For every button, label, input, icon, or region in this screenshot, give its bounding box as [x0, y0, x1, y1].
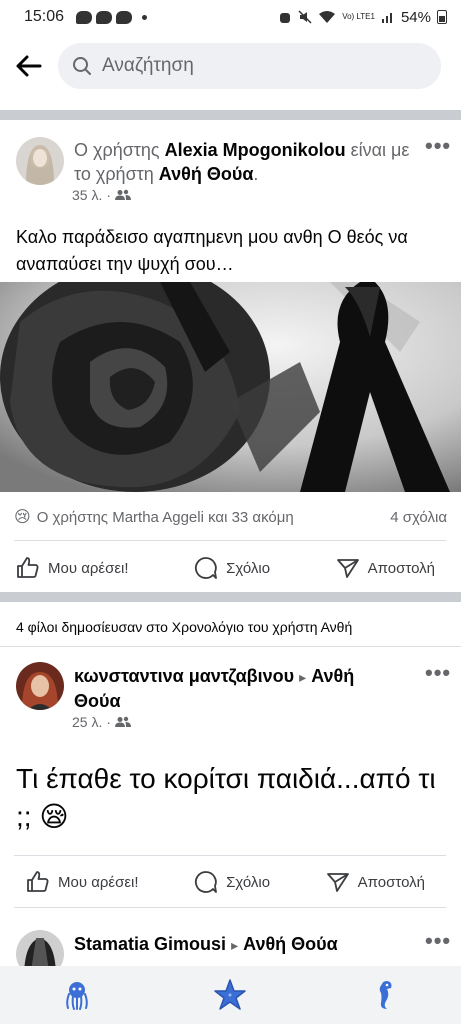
share-button[interactable]: Αποστολή: [326, 870, 425, 894]
post-suffix: .: [253, 164, 259, 184]
comment-button[interactable]: Σχόλιο: [194, 556, 270, 580]
post-author[interactable]: κωνσταντινα μαντζαβινου: [74, 666, 294, 686]
status-time: 15:06: [24, 8, 65, 25]
avatar-image: [16, 137, 64, 185]
avatar[interactable]: [16, 662, 64, 710]
more-options-icon[interactable]: •••: [425, 133, 451, 159]
thumbs-up-icon: [27, 871, 49, 892]
more-options-icon[interactable]: •••: [425, 928, 451, 954]
avatar-image: [16, 662, 64, 710]
search-input[interactable]: [102, 55, 402, 77]
messenger-notification-icon: [76, 10, 93, 24]
timeline-target[interactable]: Ανθή Θούα: [243, 934, 338, 954]
avatar[interactable]: [16, 137, 64, 185]
sad-reaction-icon: 😢: [14, 509, 31, 526]
post-author[interactable]: Alexia Mpogonikolou: [165, 140, 346, 160]
more-options-icon[interactable]: •••: [425, 660, 451, 686]
post-text: Καλο παράδεισο αγαπημενη μου ανθη Ο θεός…: [16, 227, 408, 274]
octopus-icon: [66, 982, 88, 1010]
search-box[interactable]: [58, 43, 441, 89]
divider: [14, 907, 446, 908]
post-photo[interactable]: [0, 282, 461, 492]
meta-dot: ·: [106, 714, 112, 730]
like-label: Μου αρέσει!: [58, 873, 139, 891]
share-icon: [336, 559, 359, 578]
status-bar: 15:06 Vo) LTE1 54%: [0, 0, 461, 34]
alarm-icon: [280, 13, 291, 23]
mute-icon: [298, 10, 312, 24]
bottom-navigation: [0, 966, 461, 1024]
section-separator: [0, 592, 461, 602]
lte-indicator: Vo) LTE1: [342, 12, 375, 21]
post-text-content: Τι έπαθε το κορίτσι παιδιά...από τι ;;: [16, 763, 436, 832]
rose-ribbon-image: [0, 282, 461, 492]
post-header: κωνσταντινα μαντζαβινου ▸ Ανθή Θούα: [74, 664, 404, 713]
reactions-row: 😢 Ο χρήστης Martha Aggeli και 33 ακόμη 4…: [0, 500, 461, 534]
search-icon: [73, 57, 91, 75]
arrow-icon: ▸: [299, 669, 307, 685]
back-arrow-icon: [16, 55, 42, 77]
more-notifications-icon: [142, 14, 148, 20]
message-notification-icon: [116, 10, 133, 24]
like-button[interactable]: Μου αρέσει!: [26, 870, 139, 894]
battery-percentage: 54%: [400, 8, 431, 26]
comment-label: Σχόλιο: [226, 559, 271, 577]
battery-icon: [437, 10, 447, 24]
back-button[interactable]: [0, 38, 56, 94]
share-label: Αποστολή: [357, 873, 425, 891]
post-prefix: Ο χρήστης: [74, 140, 165, 160]
share-icon: [326, 873, 349, 892]
starfish-nav-button[interactable]: [210, 975, 250, 1015]
section-separator: [0, 110, 461, 120]
search-header: [0, 38, 461, 94]
comment-label: Σχόλιο: [226, 873, 271, 891]
friends-audience-icon: [115, 716, 132, 727]
signal-icon: [381, 13, 392, 23]
post-actions: Μου αρέσει! Σχόλιο Αποστολή: [0, 546, 461, 590]
share-label: Αποστολή: [367, 559, 435, 577]
post-header: Stamatia Gimousi ▸ Ανθή Θούα: [74, 932, 414, 957]
comments-count[interactable]: 4 σχόλια: [390, 509, 447, 526]
starfish-icon: [214, 979, 247, 1010]
like-label: Μου αρέσει!: [48, 559, 129, 577]
post-time[interactable]: 25 λ.: [72, 714, 102, 730]
reactions-summary[interactable]: Ο χρήστης Martha Aggeli και 33 ακόμη: [37, 509, 294, 526]
comment-icon: [195, 557, 217, 579]
post-meta: 25 λ. ·: [72, 714, 132, 730]
seahorse-icon: [379, 981, 392, 1009]
divider: [0, 646, 461, 647]
like-button[interactable]: Μου αρέσει!: [16, 556, 129, 580]
chat-notification-icon: [96, 10, 113, 24]
comment-button[interactable]: Σχόλιο: [194, 870, 270, 894]
post-actions: Μου αρέσει! Σχόλιο Αποστολή: [0, 860, 461, 904]
wifi-icon: [319, 11, 336, 23]
tagged-user[interactable]: Ανθή Θούα: [159, 164, 254, 184]
crying-emoji-icon: 😪: [39, 801, 69, 832]
post-meta: 35 λ. ·: [72, 187, 132, 203]
divider: [14, 540, 446, 541]
post-text: Τι έπαθε το κορίτσι παιδιά...από τι ;; 😪: [16, 760, 446, 836]
post-header: Ο χρήστης Alexia Mpogonikolou είναι με τ…: [74, 138, 414, 186]
divider: [14, 855, 446, 856]
share-button[interactable]: Αποστολή: [336, 556, 435, 580]
friends-posted-note[interactable]: 4 φίλοι δημοσίευσαν στο Χρονολόγιο του χ…: [16, 619, 352, 635]
post-time[interactable]: 35 λ.: [72, 187, 102, 203]
post-author[interactable]: Stamatia Gimousi: [74, 934, 226, 954]
friends-audience-icon: [115, 189, 132, 200]
comment-icon: [195, 871, 217, 893]
seahorse-nav-button[interactable]: [364, 975, 404, 1015]
meta-dot: ·: [106, 187, 112, 203]
thumbs-up-icon: [17, 557, 39, 578]
octopus-nav-button[interactable]: [57, 975, 97, 1015]
arrow-icon: ▸: [231, 937, 239, 953]
